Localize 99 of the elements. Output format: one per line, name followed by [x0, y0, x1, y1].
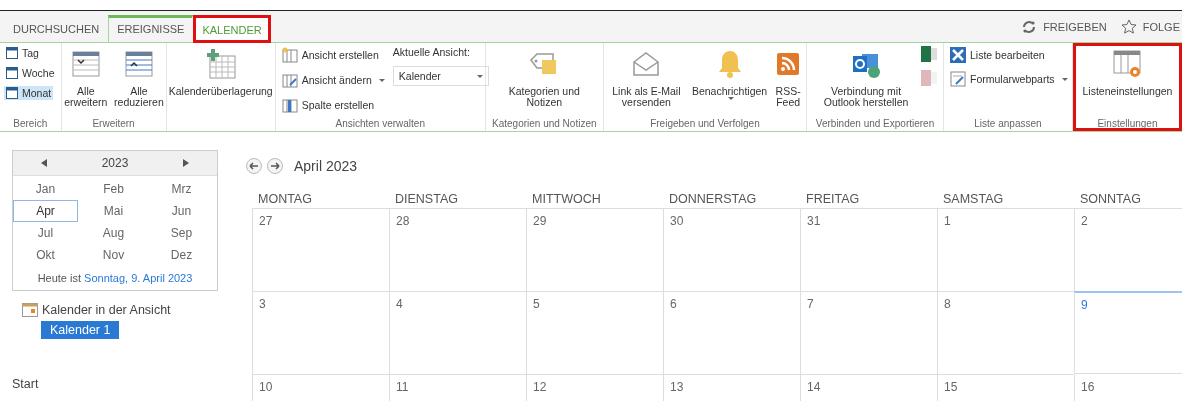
day-cell[interactable]: 12	[526, 375, 663, 401]
weekday-header: FREITAG	[800, 192, 937, 209]
month-item[interactable]: Apr	[13, 200, 78, 222]
month-item[interactable]: Sep	[149, 222, 214, 244]
calendar-add-icon	[204, 48, 237, 80]
month-item[interactable]: Mrz	[149, 178, 214, 200]
ribbon-button[interactable]: Ansicht ändern	[279, 71, 387, 89]
group-label: Verbinden und Exportieren	[814, 117, 936, 131]
day-cell[interactable]: 5	[526, 292, 663, 375]
star-icon	[1120, 18, 1137, 35]
month-item[interactable]: Okt	[13, 244, 78, 266]
ribbon-button[interactable]: Kalenderüberlagerung	[167, 46, 274, 99]
group-label: Erweitern	[91, 117, 136, 131]
day-cell[interactable]: 10	[252, 375, 389, 401]
ribbon-button[interactable]: Alle erweitern	[61, 46, 111, 110]
list-settings-icon	[1111, 48, 1144, 80]
month-title: April 2023	[294, 158, 358, 174]
calendar-item[interactable]: Kalender 1	[41, 321, 120, 339]
today-label: Heute ist	[37, 272, 82, 284]
day-cell[interactable]: 4	[389, 292, 526, 375]
group-label: Liste anpassen	[973, 117, 1043, 131]
day-cell[interactable]: 3	[252, 292, 389, 375]
group-label: Freigeben und Verfolgen	[649, 117, 761, 131]
month-item[interactable]: Mai	[81, 200, 146, 222]
ribbon-button[interactable]: Spalte erstellen	[279, 96, 387, 114]
ribbon-button[interactable]: Liste bearbeiten	[948, 46, 1047, 64]
next-year-icon[interactable]	[183, 159, 190, 167]
day-cell[interactable]: 29	[526, 209, 663, 292]
weekday-header: SAMSTAG	[937, 192, 1074, 209]
view-icon	[281, 97, 298, 113]
day-cell[interactable]: 8	[937, 292, 1074, 375]
picker-year: 2023	[101, 156, 129, 170]
day-cell[interactable]: 2	[1074, 209, 1182, 292]
day-cell[interactable]: 27	[252, 209, 389, 292]
weekday-header: MONTAG	[252, 192, 389, 209]
day-cell[interactable]: 6	[663, 292, 800, 375]
calendar-icon	[6, 67, 18, 79]
calendars-in-view-title: Kalender in der Ansicht	[42, 303, 171, 317]
tools-icon	[950, 47, 966, 63]
group-label: Einstellungen	[1096, 117, 1159, 131]
day-cell[interactable]: 31	[800, 209, 937, 292]
ribbon-button[interactable]: Tag	[4, 46, 41, 60]
current-view-label: Aktuelle Ansicht:	[392, 46, 471, 58]
ribbon-button[interactable]: Formularwebparts	[948, 70, 1070, 88]
calendar-icon	[6, 47, 18, 59]
caret-icon	[476, 74, 483, 78]
ribbon-button[interactable]: Monat	[4, 86, 54, 100]
group-label: Bereich	[12, 117, 49, 131]
month-item[interactable]: Nov	[81, 244, 146, 266]
ribbon-button[interactable]: Benachrichtigen	[690, 46, 769, 102]
ribbon-button[interactable]: Ansicht erstellen	[279, 46, 387, 64]
weekday-header: DONNERSTAG	[663, 192, 800, 209]
month-item[interactable]: Jan	[13, 178, 78, 200]
day-cell[interactable]: 15	[937, 375, 1074, 401]
ribbon-tab[interactable]: KALENDER	[193, 15, 271, 43]
ribbon-button[interactable]: Woche	[4, 66, 57, 80]
ribbon-button[interactable]: Kategorien und Notizen	[491, 46, 598, 110]
ribbon-button[interactable]: Alle reduzieren	[112, 46, 166, 110]
day-cell[interactable]: 13	[663, 375, 800, 401]
day-cell[interactable]: 11	[389, 375, 526, 401]
day-cell[interactable]: 7	[800, 292, 937, 375]
form-edit-icon	[950, 71, 966, 87]
month-item[interactable]: Feb	[81, 178, 146, 200]
previous-month-button[interactable]	[246, 158, 262, 174]
ribbon-button[interactable]: Listeneinstellungen	[1081, 46, 1174, 99]
calendar-icon	[122, 48, 155, 80]
day-cell[interactable]: 30	[663, 209, 800, 292]
calendar-icon	[6, 87, 18, 99]
weekday-header: SONNTAG	[1074, 192, 1182, 209]
nav-link[interactable]: Start	[12, 377, 240, 391]
next-month-button[interactable]	[267, 158, 283, 174]
previous-year-icon[interactable]	[40, 159, 47, 167]
view-icon	[281, 47, 298, 63]
month-item[interactable]: Jul	[13, 222, 78, 244]
sync-icon	[1021, 18, 1038, 35]
calendar-icon	[69, 48, 102, 80]
share-button[interactable]: FREIGEBEN	[1021, 18, 1107, 35]
follow-button[interactable]: FOLGE	[1120, 18, 1180, 35]
group-label: Ansichten verwalten	[334, 117, 426, 131]
ribbon-button[interactable]: Link als E-Mail versenden	[603, 46, 689, 110]
ribbon-button[interactable]: RSS-Feed	[770, 46, 807, 110]
view-dropdown[interactable]: Kalender	[392, 66, 489, 86]
spreadsheet-icon[interactable]	[921, 46, 938, 62]
day-cell[interactable]: 14	[800, 375, 937, 401]
today-link[interactable]: Sonntag, 9. April 2023	[84, 272, 193, 284]
month-item[interactable]: Jun	[149, 200, 214, 222]
group-label: Kategorien und Notizen	[491, 117, 598, 131]
calendar-icon	[22, 303, 38, 317]
day-cell[interactable]: 9	[1074, 291, 1182, 374]
weekday-header: MITTWOCH	[526, 192, 663, 209]
ribbon-tab[interactable]: DURCHSUCHEN	[4, 15, 109, 42]
month-item[interactable]: Dez	[149, 244, 214, 266]
day-cell[interactable]: 16	[1074, 375, 1182, 401]
day-cell[interactable]: 1	[937, 209, 1074, 292]
day-cell[interactable]: 28	[389, 209, 526, 292]
view-icon	[281, 72, 298, 88]
ribbon-button[interactable]: Verbindung mit Outlook herstellen	[813, 46, 920, 110]
weekday-header: DIENSTAG	[389, 192, 526, 209]
month-item[interactable]: Aug	[81, 222, 146, 244]
